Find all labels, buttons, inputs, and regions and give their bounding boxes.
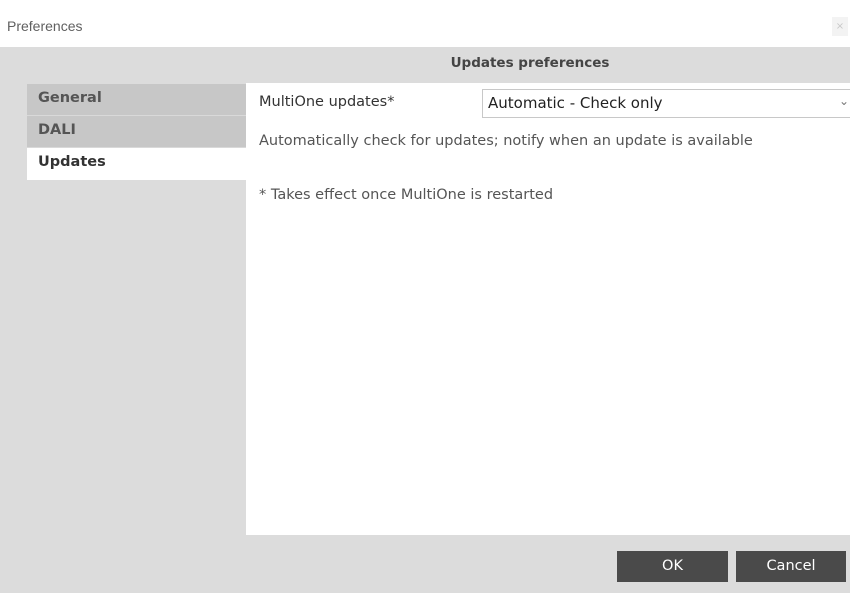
sidebar-item-dali[interactable]: DALI <box>27 116 246 148</box>
ok-button[interactable]: OK <box>617 551 728 582</box>
window-title: Preferences <box>7 18 83 34</box>
sidebar-item-general[interactable]: General <box>27 84 246 116</box>
sidebar: General DALI Updates <box>27 84 246 180</box>
preferences-frame: Updates preferences General DALI Updates… <box>0 47 850 593</box>
content-panel: MultiOne updates* Automatic - Check only… <box>246 83 850 535</box>
option-description: Automatically check for updates; notify … <box>259 133 753 149</box>
chevron-down-icon: ⌄ <box>839 94 850 108</box>
page-title: Updates preferences <box>450 55 610 71</box>
sidebar-item-updates[interactable]: Updates <box>27 148 246 180</box>
cancel-button[interactable]: Cancel <box>736 551 846 582</box>
restart-note: * Takes effect once MultiOne is restarte… <box>259 187 554 203</box>
close-icon: × <box>835 21 845 32</box>
close-button[interactable]: × <box>832 17 848 36</box>
select-value: Automatic - Check only <box>488 94 663 112</box>
multione-updates-select[interactable]: Automatic - Check only ⌄ <box>482 89 850 118</box>
multione-updates-label: MultiOne updates* <box>259 94 395 110</box>
title-bar: Preferences × <box>0 0 850 47</box>
